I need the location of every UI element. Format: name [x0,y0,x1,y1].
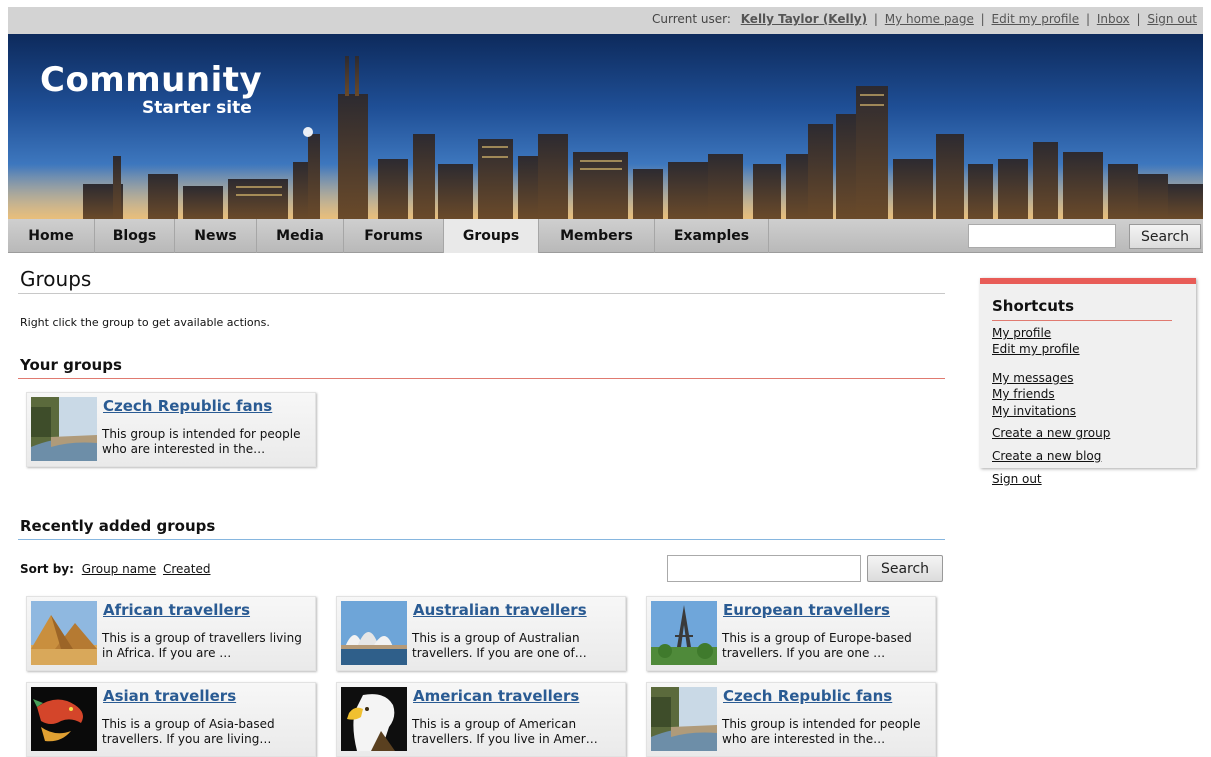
shortcuts-divider [992,320,1172,321]
group-card[interactable]: African travellers This is a group of tr… [26,596,316,671]
nav-item-examples[interactable]: Examples [655,219,769,253]
group-card[interactable]: American travellers This is a group of A… [336,682,626,757]
nav-item-media[interactable]: Media [257,219,344,253]
group-card[interactable]: Czech Republic fans This group is intend… [26,392,316,467]
your-groups-heading: Your groups [20,356,122,374]
site-logo-subtitle: Starter site [142,98,252,118]
sort-by-group-name-link[interactable]: Group name [82,562,156,576]
group-description: This is a group of travellers living in … [102,631,302,660]
current-user-link[interactable]: Kelly Taylor (Kelly) [741,12,867,26]
site-search-input[interactable] [968,224,1116,248]
main-navigation: Home Blogs News Media Forums Groups Memb… [8,219,1203,253]
sort-by-label: Sort by: [20,562,74,576]
group-title-link[interactable]: Australian travellers [413,601,587,619]
group-card[interactable]: Czech Republic fans This group is intend… [646,682,936,757]
pyramids-photo-icon [31,601,97,665]
site-search-button[interactable]: Search [1129,224,1201,249]
site-logo-title: Community [40,60,263,100]
nav-item-home[interactable]: Home [8,219,95,253]
nav-item-groups[interactable]: Groups [444,219,539,253]
inbox-link[interactable]: Inbox [1097,12,1130,26]
shortcuts-panel: Shortcuts My profile Edit my profile My … [980,278,1196,486]
riverside-photo-icon [651,687,717,751]
separator: | [1085,12,1090,26]
opera-house-photo-icon [341,601,407,665]
shortcut-my-profile[interactable]: My profile [992,326,1051,340]
recent-groups-divider [18,539,945,540]
separator: | [873,12,878,26]
page-title: Groups [20,267,92,291]
group-description: This is a group of Europe-based travelle… [722,631,912,660]
group-search-button[interactable]: Search [867,555,943,582]
eiffel-tower-photo-icon [651,601,717,665]
group-description: This group is intended for people who ar… [102,427,301,456]
shortcut-create-blog[interactable]: Create a new blog [992,449,1101,463]
header-banner: Community Starter site [8,34,1203,219]
shortcut-create-group[interactable]: Create a new group [992,426,1110,440]
separator: | [980,12,985,26]
group-title-link[interactable]: Asian travellers [103,687,236,705]
sort-by-bar: Sort by: Group name Created [20,562,213,576]
current-user-label: Current user: [652,12,731,26]
group-description: This is a group of Australian travellers… [412,631,587,660]
intro-text: Right click the group to get available a… [20,316,270,329]
group-title-link[interactable]: European travellers [723,601,890,619]
separator: | [1136,12,1141,26]
nav-item-forums[interactable]: Forums [344,219,444,253]
sign-out-link[interactable]: Sign out [1147,12,1197,26]
group-card[interactable]: European travellers This is a group of E… [646,596,936,671]
nav-item-news[interactable]: News [175,219,257,253]
nav-item-members[interactable]: Members [539,219,655,253]
group-title-link[interactable]: American travellers [413,687,579,705]
group-title-link[interactable]: Czech Republic fans [723,687,892,705]
shortcuts-heading: Shortcuts [992,297,1075,315]
riverside-photo-icon [31,397,97,461]
top-user-bar: Current user: Kelly Taylor (Kelly) | My … [8,7,1203,34]
group-card[interactable]: Australian travellers This is a group of… [336,596,626,671]
my-home-page-link[interactable]: My home page [885,12,974,26]
your-groups-divider [18,378,945,379]
group-title-link[interactable]: African travellers [103,601,250,619]
shortcut-my-messages[interactable]: My messages [992,371,1073,385]
dragon-photo-icon [31,687,97,751]
group-description: This is a group of Asia-based travellers… [102,717,275,746]
nav-item-blogs[interactable]: Blogs [95,219,175,253]
title-divider [18,293,945,294]
shortcut-my-invitations[interactable]: My invitations [992,404,1076,418]
recent-groups-heading: Recently added groups [20,517,216,535]
shortcut-sign-out[interactable]: Sign out [992,472,1042,486]
group-title-link[interactable]: Czech Republic fans [103,397,272,415]
eagle-photo-icon [341,687,407,751]
shortcut-my-friends[interactable]: My friends [992,387,1055,401]
edit-my-profile-link[interactable]: Edit my profile [992,12,1080,26]
shortcut-edit-my-profile[interactable]: Edit my profile [992,342,1080,356]
group-card[interactable]: Asian travellers This is a group of Asia… [26,682,316,757]
sort-by-created-link[interactable]: Created [163,562,211,576]
group-description: This is a group of American travellers. … [412,717,598,746]
group-search-input[interactable] [667,555,861,582]
group-description: This group is intended for people who ar… [722,717,921,746]
